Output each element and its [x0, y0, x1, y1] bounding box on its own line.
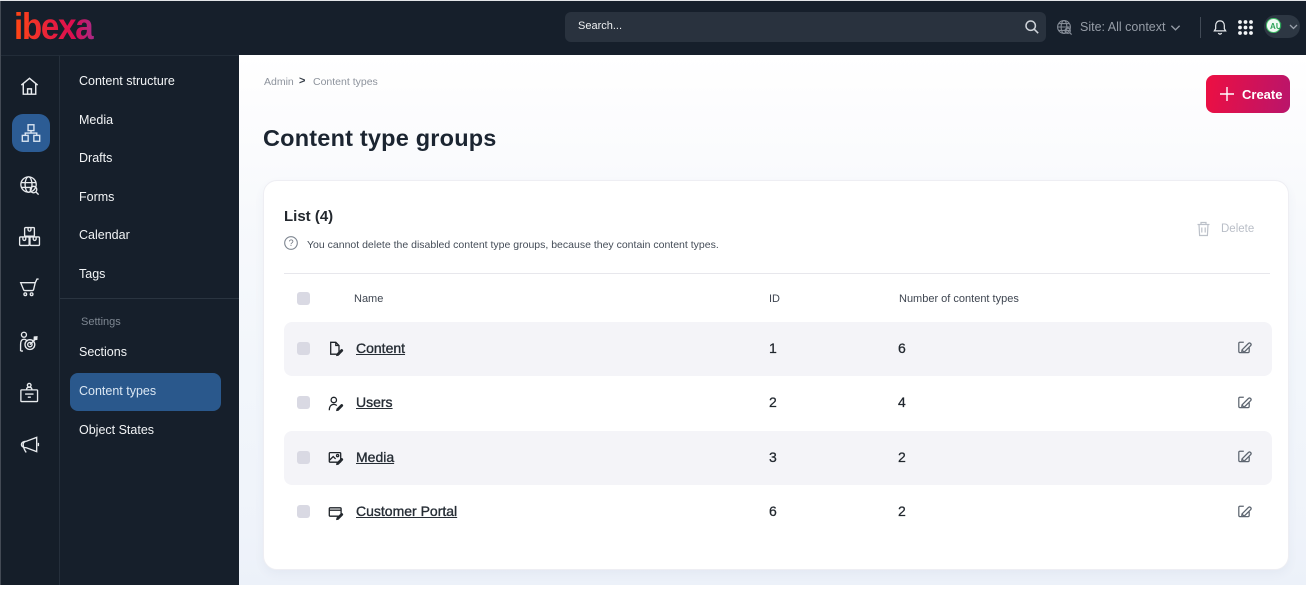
- svg-text:ibexa: ibexa: [16, 10, 94, 44]
- svg-text:?: ?: [289, 238, 294, 248]
